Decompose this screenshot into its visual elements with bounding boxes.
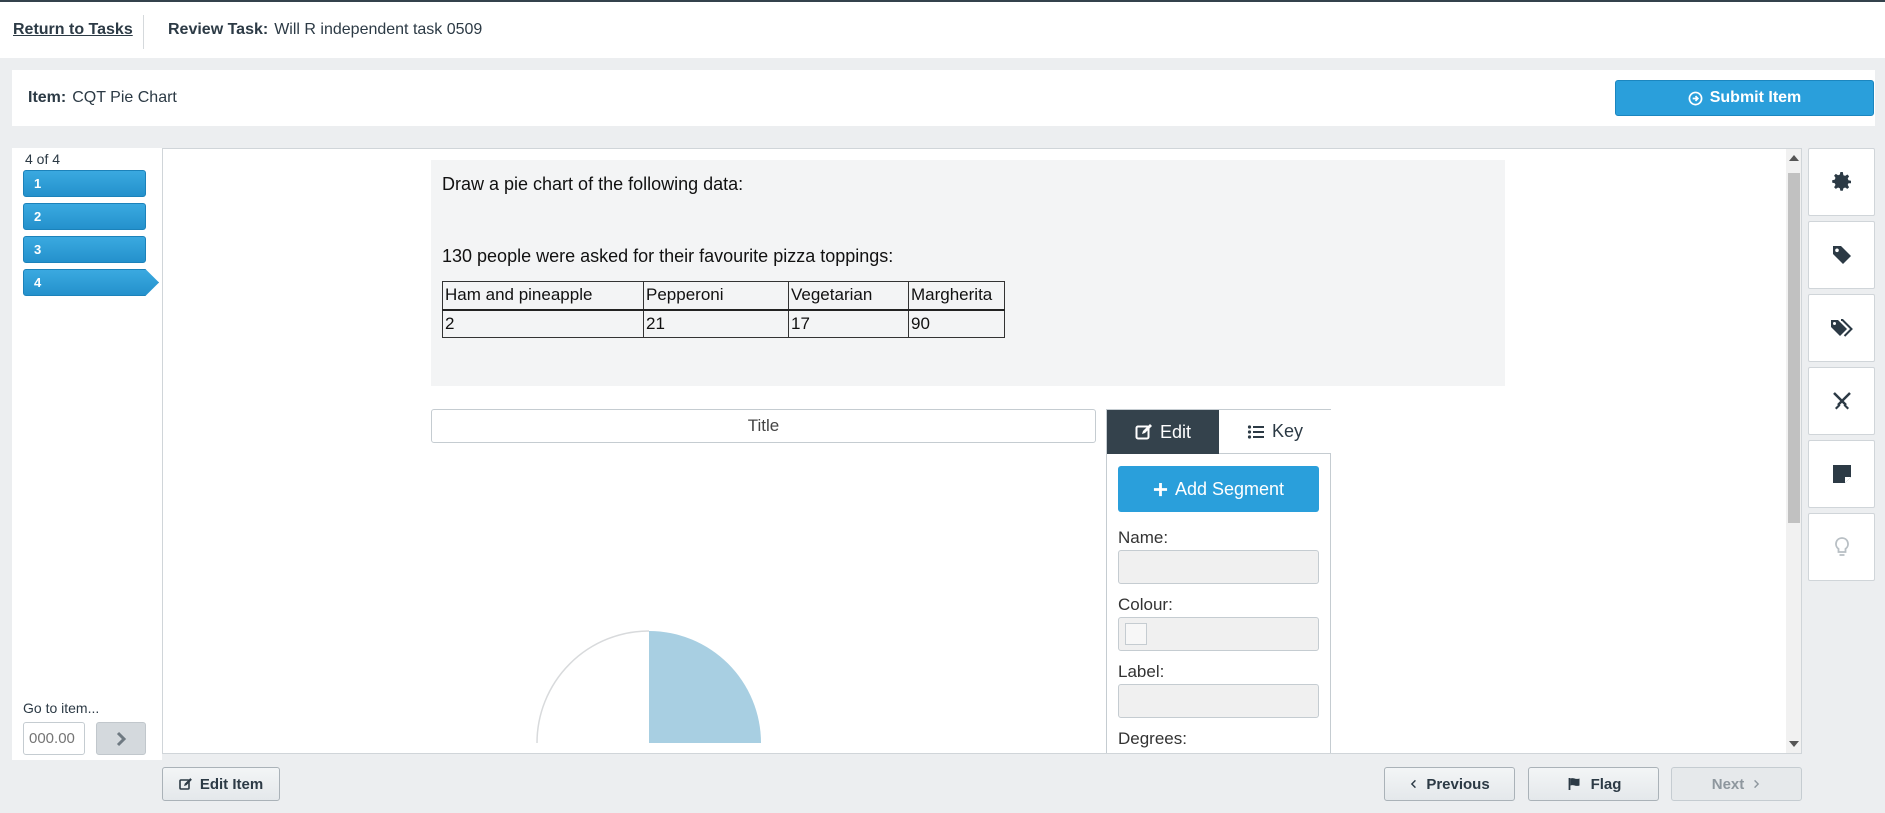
- settings-button[interactable]: [1808, 148, 1875, 216]
- tag-button[interactable]: [1808, 221, 1875, 289]
- item-navigator: 4 of 4 1 2 3 4 Go to item...: [12, 148, 162, 760]
- arrow-circle-right-icon: [1688, 91, 1703, 105]
- degrees-label: Degrees:: [1118, 729, 1187, 748]
- nav-item-3[interactable]: 3: [23, 236, 146, 263]
- return-to-tasks-link[interactable]: Return to Tasks: [13, 21, 133, 39]
- chevron-right-icon: [116, 731, 127, 746]
- nav-item-2[interactable]: 2: [23, 203, 146, 230]
- table-cell: 90: [908, 309, 1005, 338]
- previous-button[interactable]: Previous: [1384, 767, 1515, 801]
- name-label: Name:: [1118, 528, 1169, 547]
- pie-chart[interactable]: [529, 535, 769, 754]
- top-bar: Return to Tasks Review Task: Will R indep…: [0, 0, 1885, 58]
- edit-item-label: Edit Item: [199, 775, 264, 793]
- sticky-note-icon: [1832, 465, 1851, 483]
- table-header: Pepperoni: [643, 281, 789, 311]
- list-icon: [1247, 424, 1264, 439]
- flag-icon: [1568, 778, 1580, 790]
- tools-button[interactable]: [1808, 367, 1875, 435]
- submit-item-button[interactable]: Submit Item: [1615, 80, 1874, 116]
- data-table: Ham and pineapple Pepperoni Vegetarian M…: [442, 281, 1005, 338]
- table-cell: 21: [643, 309, 789, 338]
- review-task: Review Task: Will R independent task 0509: [168, 21, 482, 39]
- table-header: Vegetarian: [788, 281, 909, 311]
- add-segment-button[interactable]: Add Segment: [1118, 466, 1319, 512]
- lightbulb-icon: [1834, 537, 1849, 556]
- name-input[interactable]: [1118, 550, 1319, 584]
- hint-button[interactable]: [1808, 513, 1875, 581]
- tags-button[interactable]: [1808, 294, 1875, 362]
- question-context: 130 people were asked for their favourit…: [442, 246, 894, 266]
- label-input[interactable]: [1118, 684, 1319, 718]
- tab-edit-label: Edit: [1159, 421, 1192, 442]
- active-tab-notch: [265, 2, 283, 5]
- flag-button[interactable]: Flag: [1528, 767, 1659, 801]
- previous-label: Previous: [1426, 775, 1490, 793]
- item-title: Item: CQT Pie Chart: [28, 89, 177, 107]
- pie-outline: [536, 630, 650, 744]
- pie-segment[interactable]: [649, 631, 761, 743]
- table-cell: 2: [442, 309, 644, 338]
- add-segment-label: Add Segment: [1174, 478, 1285, 499]
- flag-label: Flag: [1590, 775, 1622, 793]
- go-to-item-label: Go to item...: [23, 700, 100, 716]
- table-header-row: Ham and pineapple Pepperoni Vegetarian M…: [442, 281, 1005, 311]
- question-instruction: Draw a pie chart of the following data:: [442, 174, 744, 194]
- content-scrollbar[interactable]: [1786, 149, 1801, 753]
- colour-picker[interactable]: [1118, 617, 1319, 651]
- submit-item-label: Submit Item: [1709, 89, 1802, 106]
- item-label: Item:: [28, 89, 67, 106]
- tags-icon: [1830, 319, 1853, 337]
- item-bar: Item: CQT Pie Chart Submit Item: [12, 70, 1875, 126]
- table-header: Ham and pineapple: [442, 281, 644, 311]
- colour-label: Colour:: [1118, 595, 1173, 614]
- colour-swatch[interactable]: [1125, 623, 1147, 645]
- label-label: Label:: [1118, 662, 1165, 681]
- table-row: 2 21 17 90: [442, 309, 1005, 338]
- tab-key[interactable]: Key: [1219, 410, 1331, 454]
- tab-key-label: Key: [1271, 421, 1304, 441]
- go-to-item-button[interactable]: [96, 722, 146, 755]
- gear-icon: [1831, 172, 1851, 191]
- table-cell: 17: [788, 309, 909, 338]
- note-button[interactable]: [1808, 440, 1875, 508]
- nav-item-1[interactable]: 1: [23, 170, 146, 197]
- next-label: Next: [1711, 775, 1745, 793]
- review-task-label: Review Task:: [168, 21, 269, 38]
- nav-item-4[interactable]: 4: [23, 269, 159, 296]
- edit-item-button[interactable]: Edit Item: [162, 767, 280, 801]
- scroll-down-arrow[interactable]: [1789, 741, 1799, 747]
- plus-icon: [1153, 482, 1168, 496]
- chart-title-input[interactable]: Title: [431, 409, 1096, 443]
- tab-edit[interactable]: Edit: [1107, 410, 1219, 454]
- next-button[interactable]: Next: [1671, 767, 1802, 801]
- item-content: Draw a pie chart of the following data: …: [162, 148, 1802, 754]
- segment-editor: Edit Key Add Segment Name: Colour: Label…: [1106, 409, 1331, 753]
- question-box: Draw a pie chart of the following data: …: [431, 160, 1505, 386]
- scroll-up-arrow[interactable]: [1789, 155, 1799, 161]
- tag-icon: [1832, 246, 1851, 264]
- chevron-left-icon: [1411, 779, 1417, 789]
- scroll-thumb[interactable]: [1788, 173, 1800, 523]
- item-counter: 4 of 4: [25, 151, 61, 167]
- edit-icon: [179, 778, 192, 790]
- item-value: CQT Pie Chart: [72, 89, 177, 106]
- edit-icon: [1135, 424, 1152, 440]
- divider: [143, 15, 144, 49]
- chevron-right-icon: [1754, 779, 1760, 789]
- cross-swords-icon: [1832, 392, 1851, 410]
- go-to-item-input[interactable]: [23, 722, 85, 755]
- table-header: Margherita: [908, 281, 1005, 311]
- review-task-value: Will R independent task 0509: [274, 21, 483, 38]
